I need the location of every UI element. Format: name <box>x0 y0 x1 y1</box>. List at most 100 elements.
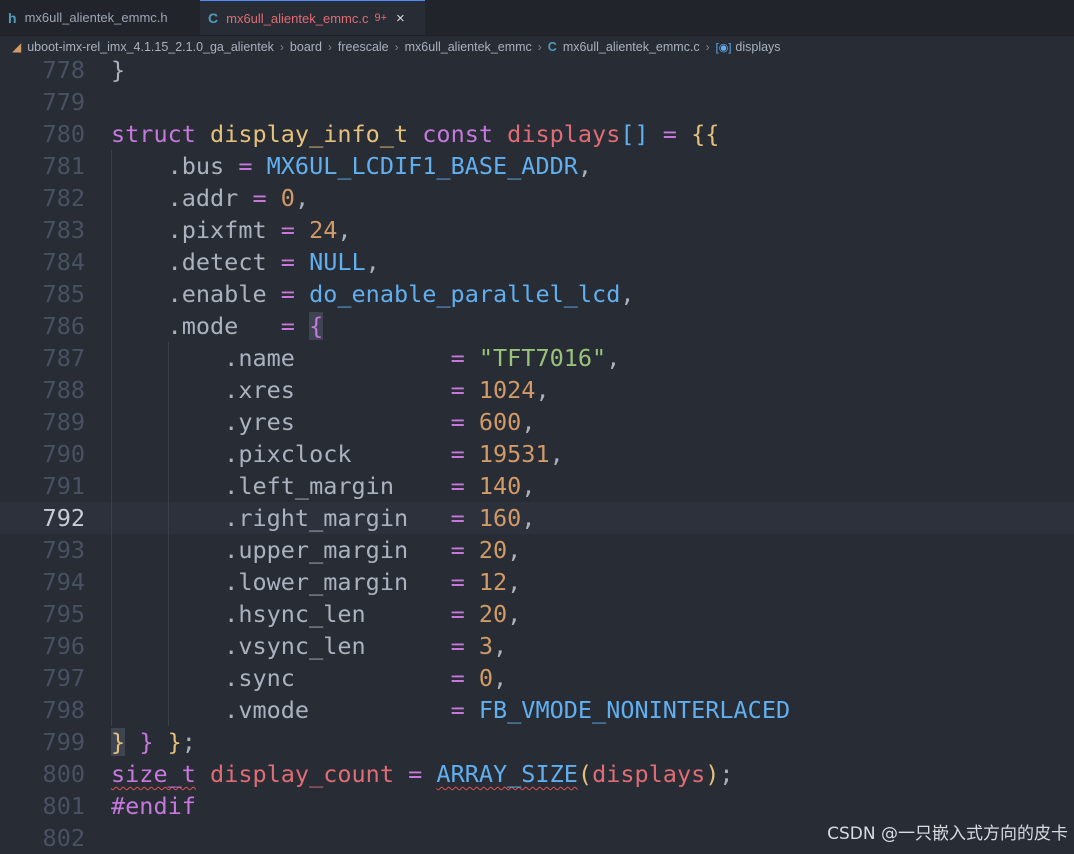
code-token: #endif <box>111 792 196 820</box>
code-token: .left_margin <box>111 472 451 500</box>
code-token: ; <box>719 760 734 788</box>
code-line[interactable]: 789 .yres = 600, <box>0 406 1074 438</box>
problem-count-badge: 9+ <box>374 12 388 24</box>
line-number: 790 <box>42 440 85 468</box>
code-token: , <box>549 440 564 468</box>
code-token: = <box>648 120 692 148</box>
c-source-file-icon: C <box>208 10 219 26</box>
code-token: = <box>238 152 267 180</box>
code-token: = <box>450 504 479 532</box>
code-token: = <box>450 600 479 628</box>
code-token: , <box>493 632 508 660</box>
code-token: .sync <box>111 664 451 692</box>
code-line[interactable]: 780 struct display_info_t const displays[… <box>0 118 1074 150</box>
code-token: ARRAY_SIZE <box>436 760 578 788</box>
code-token: MX6UL_LCDIF1_BASE_ADDR <box>266 152 578 180</box>
code-token: const <box>422 120 508 148</box>
code-token: .right_margin <box>111 504 451 532</box>
line-number: 793 <box>42 536 85 564</box>
breadcrumb-item-symbol[interactable]: displays <box>735 40 780 54</box>
tab-source-file[interactable]: C mx6ull_alientek_emmc.c 9+ × <box>200 0 425 35</box>
code-token: 3 <box>478 632 494 660</box>
code-text: .addr = 0, <box>111 182 310 214</box>
watermark: CSDN @一只嵌入式方向的皮卡 <box>827 824 1068 844</box>
line-number: 795 <box>42 600 85 628</box>
code-line[interactable]: 795 .hsync_len = 20, <box>0 598 1074 630</box>
code-text: .upper_margin = 20, <box>111 534 521 566</box>
code-token: .lower_margin <box>111 568 451 596</box>
line-number: 802 <box>42 824 85 852</box>
code-token: do_enable_parallel_lcd <box>309 280 621 308</box>
code-token: , <box>493 664 508 692</box>
breadcrumb-item-file[interactable]: mx6ull_alientek_emmc.c <box>563 40 700 54</box>
line-number: 792 <box>42 504 85 532</box>
code-line[interactable]: 784 .detect = NULL, <box>0 246 1074 278</box>
breadcrumb-item-freescale[interactable]: freescale <box>338 40 389 54</box>
breadcrumb-item-root[interactable]: uboot-imx-rel_imx_4.1.15_2.1.0_ga_alient… <box>27 40 274 54</box>
code-token: = <box>450 344 479 372</box>
code-line[interactable]: 801 #endif <box>0 790 1074 822</box>
code-line[interactable]: 787 .name = "TFT7016", <box>0 342 1074 374</box>
breadcrumb-item-folder[interactable]: mx6ull_alientek_emmc <box>405 40 532 54</box>
code-line[interactable]: 785 .enable = do_enable_parallel_lcd, <box>0 278 1074 310</box>
code-line[interactable]: 790 .pixclock = 19531, <box>0 438 1074 470</box>
line-number: 786 <box>42 312 85 340</box>
line-number: 789 <box>42 408 85 436</box>
code-token: = <box>450 440 479 468</box>
code-text: .right_margin = 160, <box>111 502 535 534</box>
code-line[interactable]: 797 .sync = 0, <box>0 662 1074 694</box>
code-line[interactable]: 796 .vsync_len = 3, <box>0 630 1074 662</box>
breadcrumb-item-board[interactable]: board <box>290 40 322 54</box>
code-line[interactable]: 791 .left_margin = 140, <box>0 470 1074 502</box>
code-token: , <box>620 280 635 308</box>
code-text: struct display_info_t const displays[] =… <box>111 118 719 150</box>
code-line[interactable]: 798 .vmode = FB_VMODE_NONINTERLACED <box>0 694 1074 726</box>
code-token: struct <box>111 120 211 148</box>
line-number: 781 <box>42 152 85 180</box>
code-token: = <box>450 536 479 564</box>
code-line[interactable]: 800 size_t display_count = ARRAY_SIZE(dis… <box>0 758 1074 790</box>
line-number: 799 <box>42 728 85 756</box>
code-line[interactable]: 779 <box>0 86 1074 118</box>
code-text: .bus = MX6UL_LCDIF1_BASE_ADDR, <box>111 150 592 182</box>
code-line[interactable]: 793 .upper_margin = 20, <box>0 534 1074 566</box>
code-token: 20 <box>478 600 508 628</box>
code-editor[interactable]: 778} 779 780 struct display_info_t const di… <box>0 54 1074 852</box>
code-token: , <box>337 216 352 244</box>
indent-guide <box>111 150 112 726</box>
code-line[interactable]: 778} <box>0 54 1074 86</box>
code-token: FB_VMODE_NONINTERLACED <box>478 696 791 724</box>
tab-header-file[interactable]: h mx6ull_alientek_emmc.h <box>0 0 200 35</box>
code-line[interactable]: 788 .xres = 1024, <box>0 374 1074 406</box>
code-token: = <box>450 376 479 404</box>
code-token: , <box>521 408 536 436</box>
code-token: = <box>450 408 479 436</box>
code-token: = <box>252 184 281 212</box>
close-icon[interactable]: × <box>396 10 405 27</box>
code-line[interactable]: 794 .lower_margin = 12, <box>0 566 1074 598</box>
code-token: NULL <box>309 248 366 276</box>
line-number: 784 <box>42 248 85 276</box>
code-token: , <box>507 600 522 628</box>
code-token: 160 <box>478 504 522 532</box>
code-line[interactable]: 781 .bus = MX6UL_LCDIF1_BASE_ADDR, <box>0 150 1074 182</box>
code-text: .mode = { <box>111 310 324 342</box>
code-line[interactable]: 786 .mode = { <box>0 310 1074 342</box>
code-line[interactable]: 782 .addr = 0, <box>0 182 1074 214</box>
code-token: } <box>111 728 126 756</box>
chevron-right-icon: › <box>327 40 332 54</box>
code-line[interactable]: 783 .pixfmt = 24, <box>0 214 1074 246</box>
code-token: { <box>309 312 324 340</box>
tab-label: mx6ull_alientek_emmc.c <box>226 10 369 26</box>
code-token: = <box>450 632 479 660</box>
code-line[interactable]: 799} } }; <box>0 726 1074 758</box>
code-token: = <box>408 760 437 788</box>
code-token: .bus <box>111 152 239 180</box>
code-line[interactable]: 792 .right_margin = 160, <box>0 502 1074 534</box>
code-token: .hsync_len <box>111 600 451 628</box>
c-source-file-icon: C <box>547 40 557 54</box>
code-token: 1024 <box>478 376 536 404</box>
code-token: = <box>280 216 310 244</box>
